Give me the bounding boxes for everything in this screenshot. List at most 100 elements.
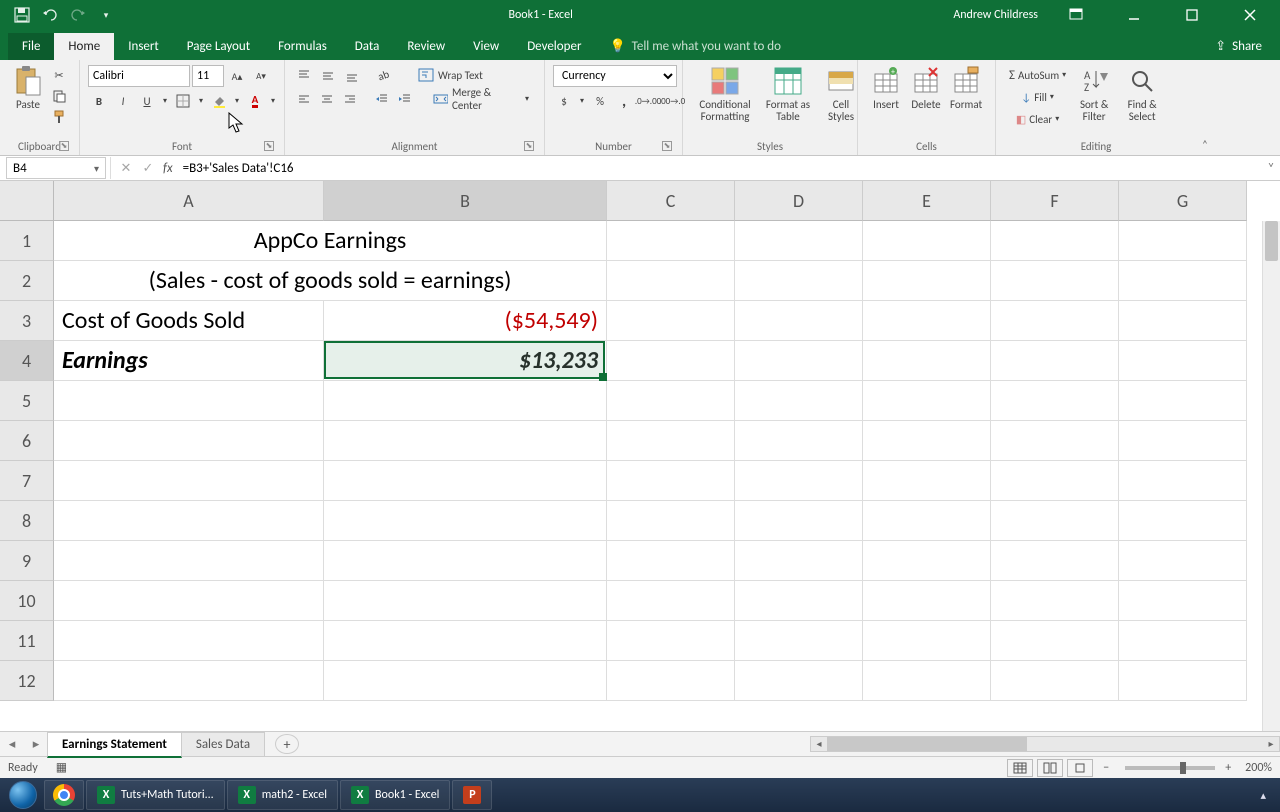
sheet-tab-other[interactable]: Sales Data <box>181 732 265 756</box>
cell-G10[interactable] <box>1119 581 1247 621</box>
zoom-level[interactable]: 200% <box>1245 761 1272 775</box>
align-bottom-button[interactable] <box>341 65 363 85</box>
hscroll-thumb[interactable] <box>827 737 1027 751</box>
cell-F12[interactable] <box>991 661 1119 701</box>
sheet-nav-next[interactable]: ▸ <box>24 737 48 752</box>
cell-A3[interactable]: Cost of Goods Sold <box>54 301 324 341</box>
cell-D11[interactable] <box>735 621 863 661</box>
col-header-D[interactable]: D <box>735 181 863 221</box>
cell-B11[interactable] <box>324 621 607 661</box>
col-header-E[interactable]: E <box>863 181 991 221</box>
col-header-C[interactable]: C <box>607 181 735 221</box>
tab-review[interactable]: Review <box>393 33 459 60</box>
redo-icon[interactable] <box>68 5 88 25</box>
tab-home[interactable]: Home <box>54 33 114 60</box>
cell-G4[interactable] <box>1119 341 1247 381</box>
cell-D12[interactable] <box>735 661 863 701</box>
cell-G8[interactable] <box>1119 501 1247 541</box>
row-header-2[interactable]: 2 <box>0 261 54 301</box>
row-header-10[interactable]: 10 <box>0 581 54 621</box>
format-cells-button[interactable]: Format <box>946 63 986 113</box>
cell-A12[interactable] <box>54 661 324 701</box>
tell-me[interactable]: 💡 Tell me what you want to do <box>595 33 795 60</box>
cell-D9[interactable] <box>735 541 863 581</box>
cell-A5[interactable] <box>54 381 324 421</box>
expand-formula-bar-icon[interactable]: ˅ <box>1262 161 1280 176</box>
font-dialog-launcher[interactable]: ⬊ <box>264 141 274 151</box>
horizontal-scrollbar[interactable]: ◂ ▸ <box>810 736 1280 752</box>
cancel-formula-button[interactable]: ✕ <box>115 158 137 178</box>
cell-G9[interactable] <box>1119 541 1247 581</box>
ribbon-options-icon[interactable] <box>1056 0 1096 30</box>
format-as-table-button[interactable]: Format as Table <box>759 63 817 125</box>
taskbar-app-2[interactable]: Xmath2 - Excel <box>227 780 338 810</box>
cell-C9[interactable] <box>607 541 735 581</box>
cell-F9[interactable] <box>991 541 1119 581</box>
decrease-decimal-button[interactable]: .00→.0 <box>661 91 683 111</box>
borders-button[interactable] <box>172 91 194 111</box>
cell-A8[interactable] <box>54 501 324 541</box>
cell-E6[interactable] <box>863 421 991 461</box>
row-header-3[interactable]: 3 <box>0 301 54 341</box>
delete-cells-button[interactable]: Delete <box>906 63 946 113</box>
increase-decimal-button[interactable]: .0→.00 <box>637 91 659 111</box>
cell-C5[interactable] <box>607 381 735 421</box>
taskbar-chrome[interactable] <box>44 780 84 810</box>
cell-C4[interactable] <box>607 341 735 381</box>
cell-E10[interactable] <box>863 581 991 621</box>
format-painter-button[interactable] <box>48 107 70 127</box>
cell-G7[interactable] <box>1119 461 1247 501</box>
cell-F7[interactable] <box>991 461 1119 501</box>
cell-E8[interactable] <box>863 501 991 541</box>
cell-D10[interactable] <box>735 581 863 621</box>
maximize-button[interactable] <box>1172 0 1212 30</box>
cell-B4[interactable]: $13,233 <box>324 341 607 381</box>
cell-G2[interactable] <box>1119 261 1247 301</box>
cell-F4[interactable] <box>991 341 1119 381</box>
align-middle-button[interactable] <box>317 65 339 85</box>
cell-D4[interactable] <box>735 341 863 381</box>
clipboard-dialog-launcher[interactable]: ⬊ <box>59 141 69 151</box>
cut-button[interactable]: ✂ <box>48 65 70 85</box>
tab-developer[interactable]: Developer <box>513 33 595 60</box>
start-button[interactable] <box>4 780 42 810</box>
font-color-button[interactable]: A <box>244 91 266 111</box>
cell-F3[interactable] <box>991 301 1119 341</box>
cell-F2[interactable] <box>991 261 1119 301</box>
accounting-button[interactable]: $ <box>553 91 575 111</box>
cell-C3[interactable] <box>607 301 735 341</box>
insert-cells-button[interactable]: + Insert <box>866 63 906 113</box>
cell-G5[interactable] <box>1119 381 1247 421</box>
number-dialog-launcher[interactable]: ⬊ <box>662 141 672 151</box>
cell-merged-AB2[interactable]: (Sales - cost of goods sold = earnings) <box>54 261 607 301</box>
fill-color-dropdown[interactable]: ▾ <box>232 91 242 111</box>
chevron-down-icon[interactable]: ▾ <box>94 162 99 175</box>
col-header-F[interactable]: F <box>991 181 1119 221</box>
align-center-button[interactable] <box>316 89 337 109</box>
cell-B7[interactable] <box>324 461 607 501</box>
row-header-11[interactable]: 11 <box>0 621 54 661</box>
cell-B10[interactable] <box>324 581 607 621</box>
cell-B12[interactable] <box>324 661 607 701</box>
cell-E5[interactable] <box>863 381 991 421</box>
comma-button[interactable]: , <box>613 91 635 111</box>
taskbar-powerpoint[interactable]: P <box>452 780 492 810</box>
taskbar-app-3[interactable]: XBook1 - Excel <box>340 780 450 810</box>
find-select-button[interactable]: Find & Select <box>1117 63 1167 125</box>
cell-G3[interactable] <box>1119 301 1247 341</box>
cell-C10[interactable] <box>607 581 735 621</box>
wrap-text-button[interactable]: Wrap Text <box>411 65 490 85</box>
tab-view[interactable]: View <box>459 33 513 60</box>
new-sheet-button[interactable]: + <box>275 734 299 754</box>
align-left-button[interactable] <box>293 89 314 109</box>
qat-customize-icon[interactable]: ▾ <box>96 5 116 25</box>
cell-E2[interactable] <box>863 261 991 301</box>
cell-C8[interactable] <box>607 501 735 541</box>
cell-C11[interactable] <box>607 621 735 661</box>
font-size-combo[interactable] <box>192 65 224 87</box>
cell-G11[interactable] <box>1119 621 1247 661</box>
cell-F10[interactable] <box>991 581 1119 621</box>
borders-dropdown[interactable]: ▾ <box>196 91 206 111</box>
zoom-knob[interactable] <box>1180 762 1186 774</box>
cell-E11[interactable] <box>863 621 991 661</box>
